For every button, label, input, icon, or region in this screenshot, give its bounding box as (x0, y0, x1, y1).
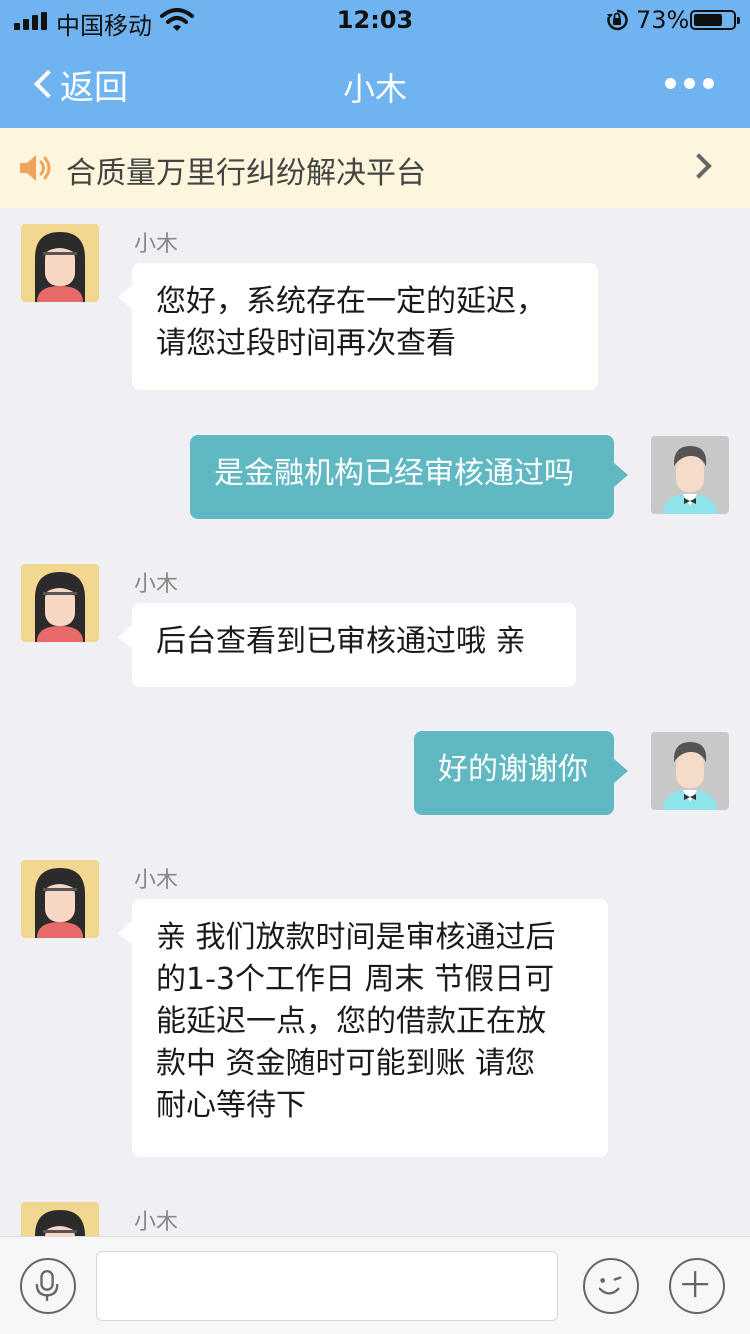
plus-button[interactable] (669, 1258, 725, 1314)
message-bubble[interactable]: 您好，系统存在一定的延迟， 请您过段时间再次查看 (118, 263, 598, 390)
message-bubble[interactable]: 后台查看到已审核通过哦 亲 (118, 603, 576, 687)
user-avatar[interactable] (651, 732, 729, 810)
agent-avatar[interactable] (21, 860, 99, 938)
sender-name: 小木 (134, 1210, 179, 1235)
page-title: 小木 (342, 70, 407, 108)
message-bubble[interactable]: 亲 我们放款时间是审核通过后 的1-3个工作日 周末 节假日可 能延迟一点，您的… (118, 899, 608, 1157)
user-avatar[interactable] (651, 436, 729, 514)
more-icon[interactable] (665, 78, 714, 89)
message-text: 后台查看到已审核通过哦 亲 (156, 624, 526, 659)
message-input[interactable] (96, 1251, 558, 1321)
agent-avatar[interactable] (21, 224, 99, 302)
header: 中国移动 12:03 73% 返回 小木 (0, 0, 750, 128)
notice-text: 合质量万里行纠纷解决平台 (66, 156, 426, 191)
notice-bar[interactable]: 合质量万里行纠纷解决平台 (0, 128, 750, 208)
status-bar: 中国移动 12:03 73% (0, 0, 750, 40)
speaker-icon (20, 155, 51, 181)
chat-area[interactable]: 小木 您好，系统存在一定的延迟， 请您过段时间再次查看 是金融机构已经审核通过吗… (0, 208, 750, 1236)
message-bubble[interactable]: 好的谢谢你 (414, 731, 628, 815)
battery-icon (690, 10, 740, 30)
message-text: 好的谢谢你 (438, 752, 588, 787)
input-bar (0, 1236, 750, 1334)
sender-name: 小木 (134, 232, 179, 257)
sender-name: 小木 (134, 572, 179, 597)
microphone-icon (35, 1269, 59, 1301)
plus-icon (682, 1271, 709, 1298)
agent-avatar[interactable] (21, 564, 99, 642)
battery-percent: 73% (636, 6, 690, 34)
message-text: 您好，系统存在一定的延迟， 请您过段时间再次查看 (156, 284, 546, 361)
message-bubble[interactable]: 是金融机构已经审核通过吗 (190, 435, 628, 519)
emoji-button[interactable] (583, 1258, 639, 1314)
voice-button[interactable] (20, 1258, 76, 1314)
message-text: 亲 我们放款时间是审核通过后 的1-3个工作日 周末 节假日可 能延迟一点，您的… (156, 920, 556, 1123)
emoji-icon (598, 1276, 622, 1295)
nav-bar: 返回 小木 (0, 40, 750, 128)
orientation-lock-icon (607, 9, 628, 31)
chevron-right-icon[interactable] (686, 153, 712, 179)
agent-avatar[interactable] (21, 1202, 99, 1236)
sender-name: 小木 (134, 868, 179, 893)
message-text: 是金融机构已经审核通过吗 (214, 456, 574, 491)
